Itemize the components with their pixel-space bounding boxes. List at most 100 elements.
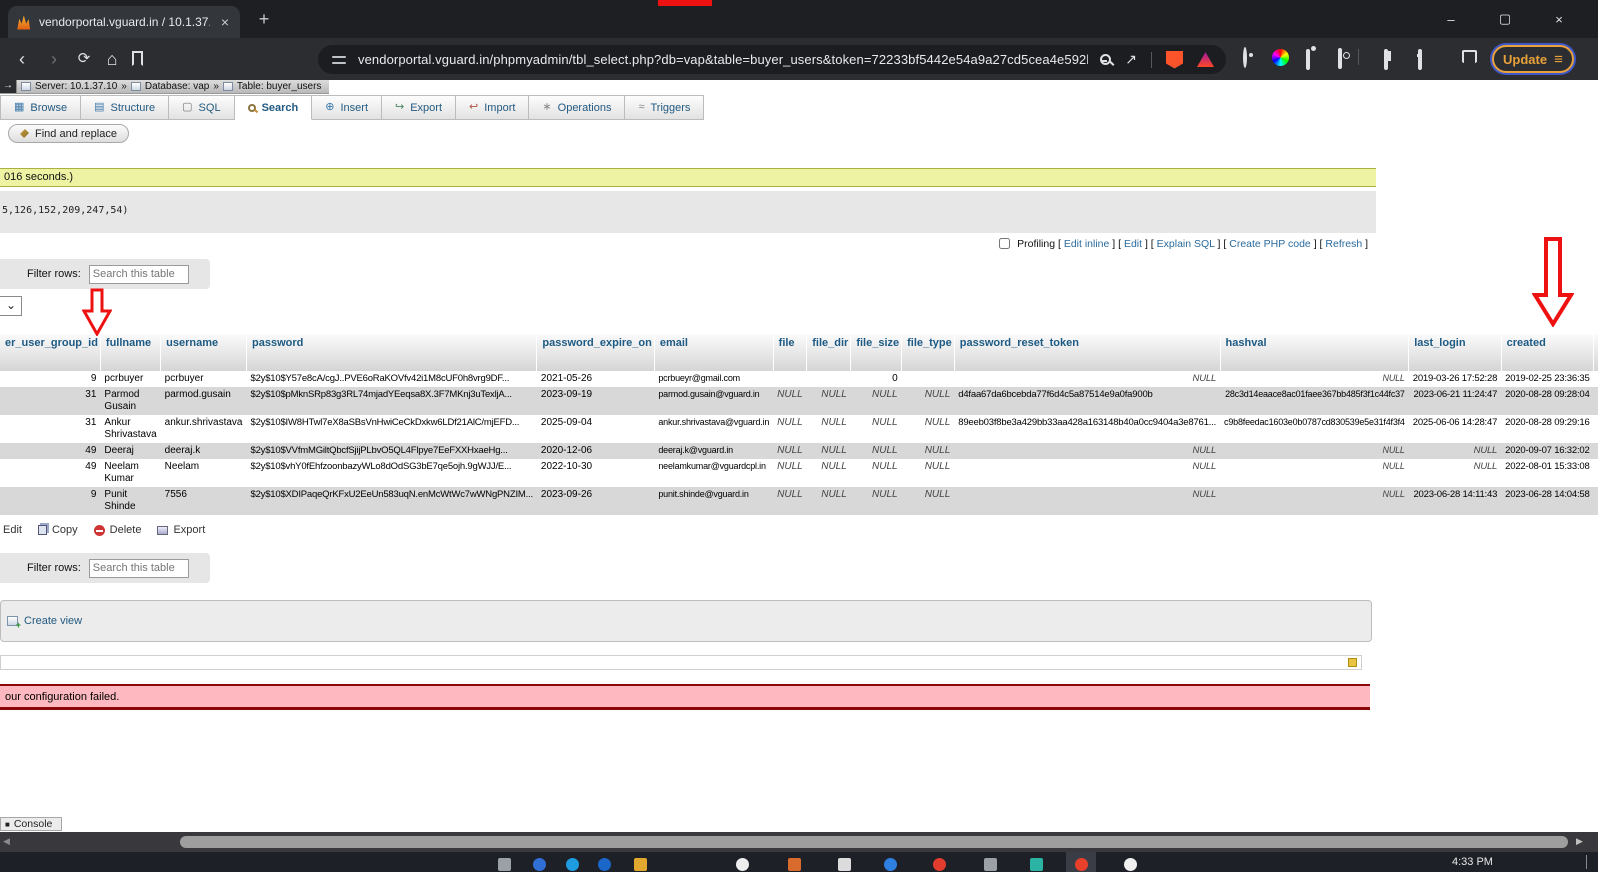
profiling-link-explain-sql[interactable]: Explain SQL <box>1157 238 1215 250</box>
column-header-created[interactable]: created <box>1501 334 1593 371</box>
cell-hashval[interactable]: NULL <box>1220 459 1409 487</box>
cell-fullname[interactable]: Parmod Gusain <box>100 387 160 415</box>
cell-username[interactable]: Neelam <box>161 459 247 487</box>
scroll-left-icon[interactable]: ◀ <box>3 836 10 847</box>
cell-username[interactable]: deeraj.k <box>161 443 247 459</box>
sidebar-toggle-icon[interactable] <box>1384 49 1388 70</box>
cell-password_reset_token[interactable]: NULL <box>954 459 1220 487</box>
column-header-username[interactable]: username <box>161 334 247 371</box>
taskbar-app-icon[interactable] <box>498 858 511 871</box>
cell-password_expire_on[interactable]: 2025-09-04 <box>537 415 654 443</box>
sort-select[interactable]: ⌄ <box>0 296 22 316</box>
cell-file_type[interactable]: NULL <box>902 443 955 459</box>
cell-file_size[interactable]: 0 <box>851 371 902 387</box>
extensions-puzzle-icon[interactable] <box>1306 49 1310 70</box>
cell-hashval[interactable]: NULL <box>1220 487 1409 515</box>
cell-created[interactable]: 2020-08-28 09:28:04 <box>1501 387 1593 415</box>
taskbar-app-icon[interactable] <box>933 858 946 871</box>
tab-browse[interactable]: ▦Browse <box>0 95 81 120</box>
find-and-replace-button[interactable]: Find and replace <box>8 124 129 143</box>
column-header-password_reset_token[interactable]: password_reset_token <box>954 334 1220 371</box>
brave-shield-icon[interactable] <box>1166 51 1183 69</box>
taskbar-app-icon[interactable] <box>598 858 611 871</box>
cell-created[interactable]: 2022-08-01 15:33:08 <box>1501 459 1593 487</box>
filter-rows-input-2[interactable] <box>89 559 189 578</box>
delete-rows-button[interactable]: Delete <box>94 524 142 536</box>
cell-file[interactable]: NULL <box>773 487 807 515</box>
cell-username[interactable]: pcrbuyer <box>161 371 247 387</box>
cell-file_type[interactable] <box>902 371 955 387</box>
cell-file[interactable]: NULL <box>773 459 807 487</box>
cell-file_dir[interactable]: NULL <box>807 487 851 515</box>
brave-rewards-icon[interactable] <box>1197 52 1214 67</box>
profiling-checkbox[interactable] <box>999 238 1010 249</box>
column-header-file_size[interactable]: file_size <box>851 334 902 371</box>
cell-modified[interactable]: 2025-06-24 09:32:00 <box>1594 387 1598 415</box>
cell-password_expire_on[interactable]: 2021-05-26 <box>537 371 654 387</box>
cell-hashval[interactable]: c9b8feedac1603e0b0787cd830539e5e31f4f3f4 <box>1220 415 1409 443</box>
tab-import[interactable]: ↩Import <box>456 95 529 120</box>
cell-created[interactable]: 2020-09-07 16:32:02 <box>1501 443 1593 459</box>
column-header-modified[interactable]: modified <box>1594 334 1598 371</box>
cell-username[interactable]: parmod.gusain <box>161 387 247 415</box>
breadcrumb-table[interactable]: Table: buyer_users <box>237 81 322 92</box>
cell-file_dir[interactable]: NULL <box>807 443 851 459</box>
cell-email[interactable]: pcrbueyr@gmail.com <box>654 371 773 387</box>
cell-last_login[interactable]: NULL <box>1409 443 1501 459</box>
cell-file_type[interactable]: NULL <box>902 459 955 487</box>
taskbar-app-icon[interactable] <box>736 858 749 871</box>
cell-modified[interactable]: 2023-07-12 08:45:26 <box>1594 487 1598 515</box>
cell-password[interactable]: $2y$10$IW8HTwl7eX8aSBsVnHwiCeCkDxkw6LDf2… <box>247 415 537 443</box>
cell-er_user_group_id[interactable]: 31 <box>0 415 100 443</box>
cell-file[interactable] <box>773 371 807 387</box>
menu-hamburger-icon[interactable]: ≡ <box>1554 52 1563 67</box>
update-button[interactable]: Update ≡ <box>1492 45 1574 73</box>
column-header-fullname[interactable]: fullname <box>100 334 160 371</box>
cell-modified[interactable]: 2023-03-16 14:10:08 <box>1594 459 1598 487</box>
extension-atom-icon[interactable] <box>1243 47 1247 68</box>
site-settings-icon[interactable] <box>332 55 346 65</box>
tab-operations[interactable]: ∗Operations <box>529 95 625 120</box>
browser-tab[interactable]: vendorportal.vguard.in / 10.1.37... × <box>8 6 240 38</box>
cell-file_dir[interactable]: NULL <box>807 387 851 415</box>
cell-email[interactable]: parmod.gusain@vguard.in <box>654 387 773 415</box>
copy-rows-button[interactable]: Copy <box>38 524 78 536</box>
cell-file[interactable]: NULL <box>773 387 807 415</box>
cell-hashval[interactable]: NULL <box>1220 371 1409 387</box>
cell-modified[interactable]: 2023-07-05 18:29:21 <box>1594 371 1598 387</box>
window-close-button[interactable]: × <box>1536 0 1582 38</box>
cell-er_user_group_id[interactable]: 31 <box>0 387 100 415</box>
column-header-file[interactable]: file <box>773 334 807 371</box>
forward-icon[interactable]: › <box>42 47 66 71</box>
cell-file[interactable]: NULL <box>773 443 807 459</box>
cell-created[interactable]: 2020-08-28 09:29:16 <box>1501 415 1593 443</box>
cell-last_login[interactable]: NULL <box>1409 459 1501 487</box>
taskbar-app-icon[interactable] <box>1030 858 1043 871</box>
cell-hashval[interactable]: NULL <box>1220 443 1409 459</box>
cell-fullname[interactable]: Neelam Kumar <box>100 459 160 487</box>
tab-structure[interactable]: ▤Structure <box>81 95 169 120</box>
nav-arrow-icon[interactable]: → <box>0 80 17 93</box>
show-desktop-divider[interactable] <box>1586 855 1587 869</box>
export-rows-button[interactable]: Export <box>157 524 205 536</box>
cell-file_type[interactable]: NULL <box>902 415 955 443</box>
cell-password_expire_on[interactable]: 2020-12-06 <box>537 443 654 459</box>
taskbar-app-icon[interactable] <box>788 858 801 871</box>
column-header-last_login[interactable]: last_login <box>1409 334 1501 371</box>
home-icon[interactable]: ⌂ <box>100 47 124 71</box>
console-tab[interactable]: ■ Console <box>0 817 62 831</box>
cell-fullname[interactable]: pcrbuyer <box>100 371 160 387</box>
taskbar-app-icon[interactable] <box>838 858 851 871</box>
profiling-link-refresh[interactable]: Refresh <box>1325 238 1362 250</box>
column-header-file_type[interactable]: file_type <box>902 334 955 371</box>
cell-fullname[interactable]: Deeraj <box>100 443 160 459</box>
cell-password[interactable]: $2y$10$VVfmMGiltQbcfSjijPLbvO5QL4Flpye7E… <box>247 443 537 459</box>
taskbar-app-icon[interactable] <box>1075 858 1088 871</box>
window-maximize-button[interactable]: ▢ <box>1482 0 1528 38</box>
cell-last_login[interactable]: 2019-03-26 17:52:28 <box>1409 371 1501 387</box>
cell-password_expire_on[interactable]: 2022-10-30 <box>537 459 654 487</box>
cell-password_reset_token[interactable]: d4faa67da6bcebda77f6d4c5a87514e9a0fa900b <box>954 387 1220 415</box>
column-header-password[interactable]: password <box>247 334 537 371</box>
scrollbar-thumb[interactable] <box>180 836 1568 848</box>
cell-created[interactable]: 2023-06-28 14:04:58 <box>1501 487 1593 515</box>
